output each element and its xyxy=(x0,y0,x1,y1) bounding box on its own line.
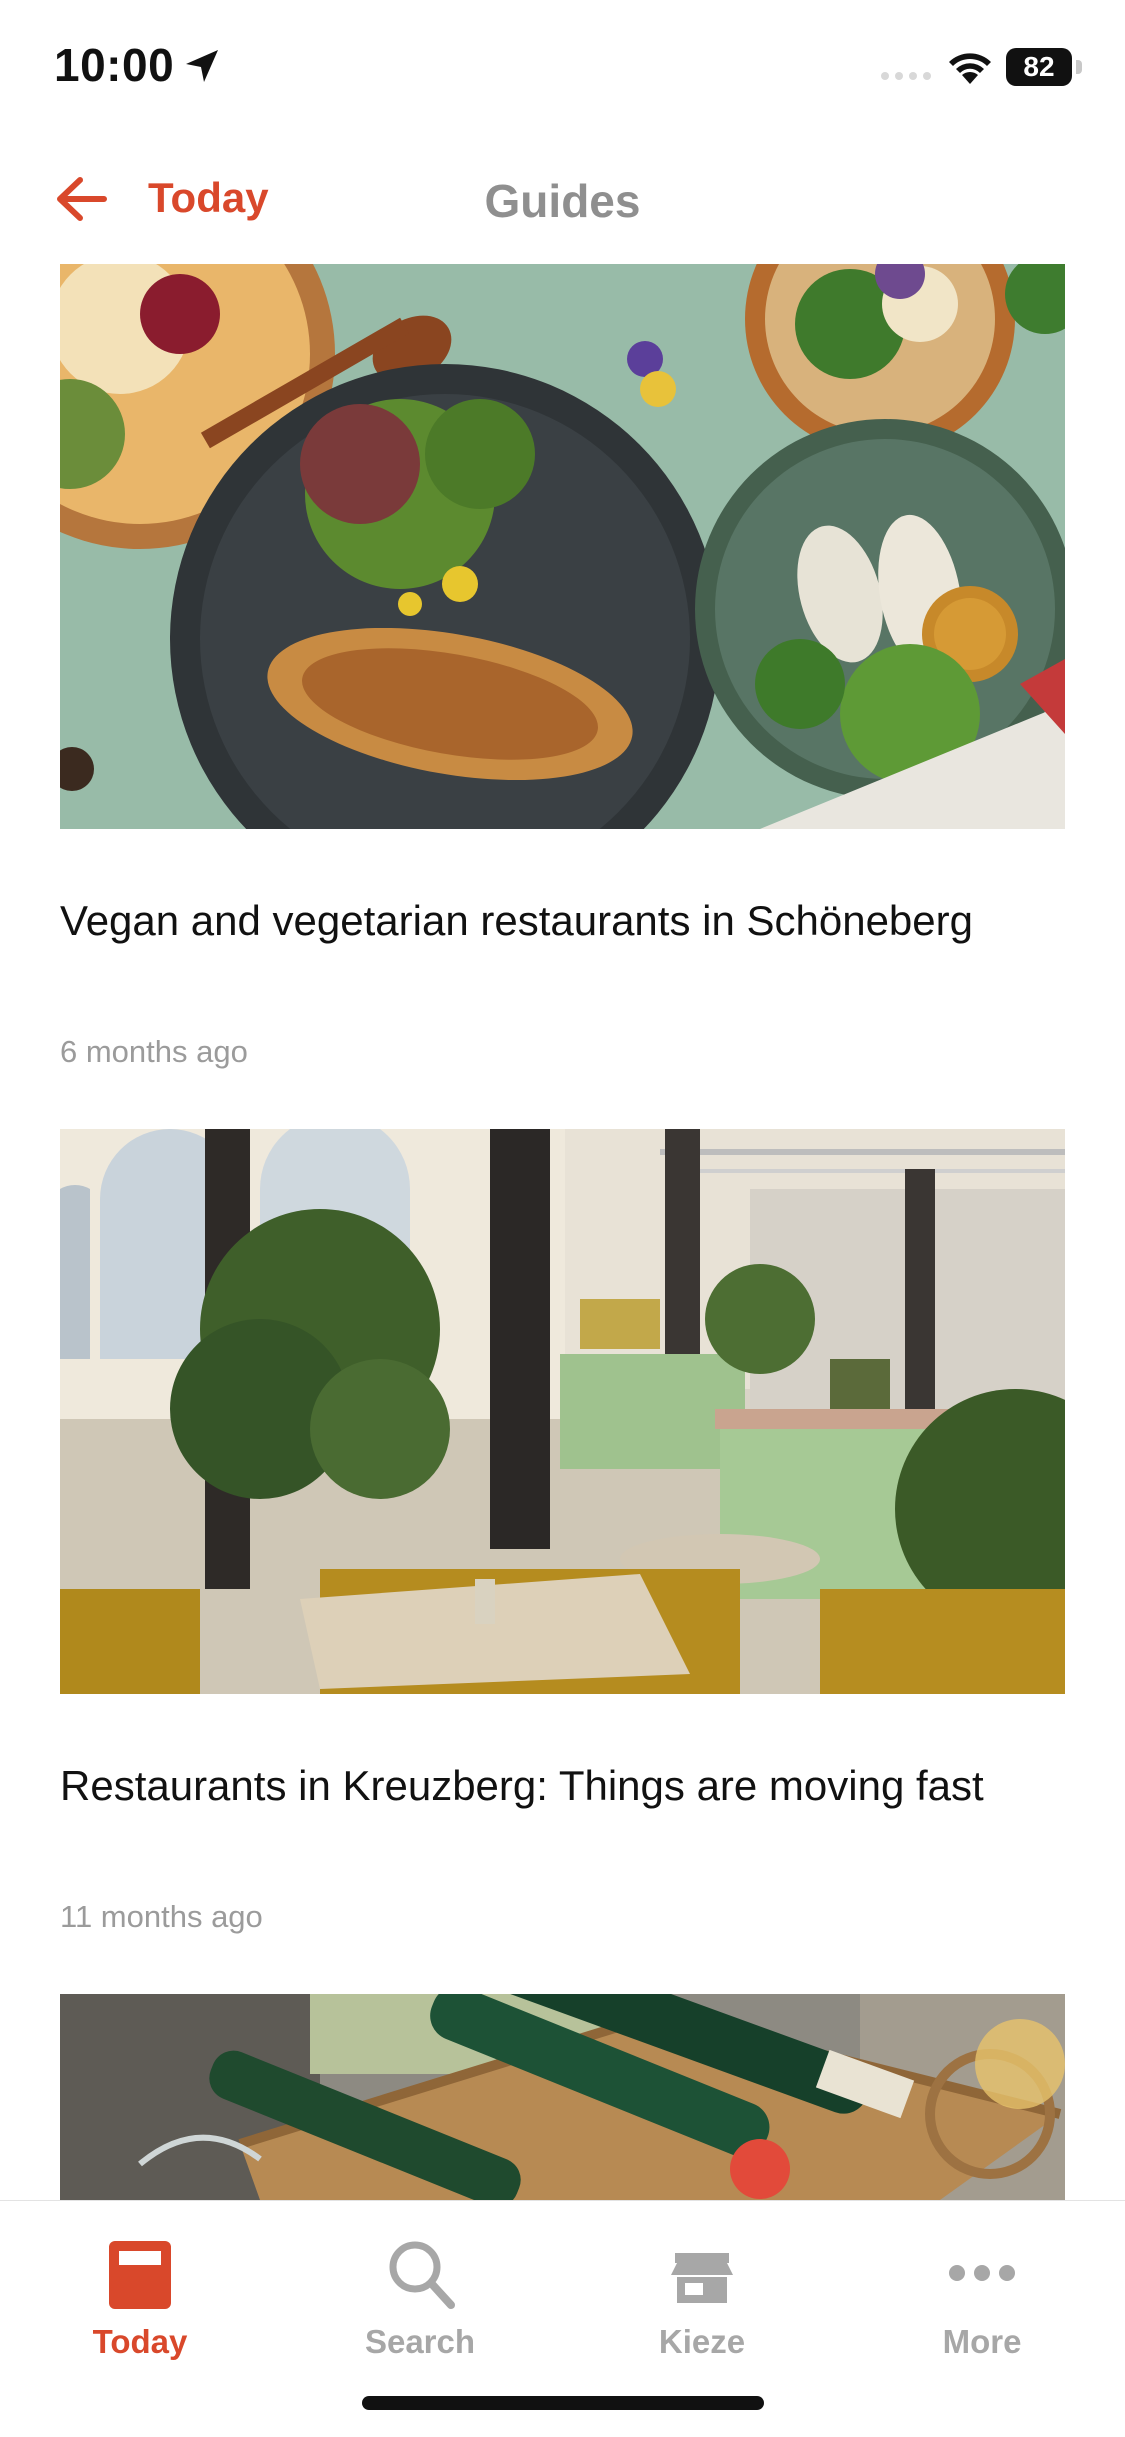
nav-bar: Today Guides xyxy=(0,160,1125,240)
more-dots-icon xyxy=(949,2265,1015,2281)
battery-level: 82 xyxy=(1006,48,1072,86)
cellular-signal-icon xyxy=(881,72,931,80)
article-image-restaurant-interior[interactable] xyxy=(60,1114,1125,1694)
page-title: Guides xyxy=(484,175,641,227)
status-bar: 10:00 82 xyxy=(0,0,1125,140)
tab-label: Today xyxy=(92,2323,188,2360)
wifi-icon xyxy=(949,53,991,84)
article-timestamp: 11 months ago xyxy=(60,1899,263,1934)
status-time: 10:00 xyxy=(54,39,175,91)
article-title[interactable]: Vegan and vegetarian restaurants in Schö… xyxy=(60,894,973,948)
home-indicator[interactable] xyxy=(362,2396,764,2410)
article-card[interactable]: Vegan and vegetarian restaurants in Schö… xyxy=(0,159,1085,1069)
article-title[interactable]: Restaurants in Kreuzberg: Things are mov… xyxy=(60,1759,984,1813)
article-card[interactable]: Restaurants in Kreuzberg: Things are mov… xyxy=(60,1114,1125,1934)
article-card[interactable] xyxy=(60,1939,1065,2208)
today-icon xyxy=(109,2241,171,2309)
battery-icon: 82 xyxy=(1006,48,1082,86)
tab-label: Search xyxy=(364,2323,476,2360)
tab-label: Kieze xyxy=(658,2323,746,2360)
search-icon xyxy=(389,2241,455,2309)
article-image-wine-basket[interactable] xyxy=(60,1939,1065,2208)
tab-label: More xyxy=(942,2323,1022,2360)
article-timestamp: 6 months ago xyxy=(60,1034,248,1069)
location-arrow-icon xyxy=(186,50,218,82)
article-image-vegan-dishes[interactable] xyxy=(0,159,1085,914)
shop-icon xyxy=(671,2253,733,2303)
